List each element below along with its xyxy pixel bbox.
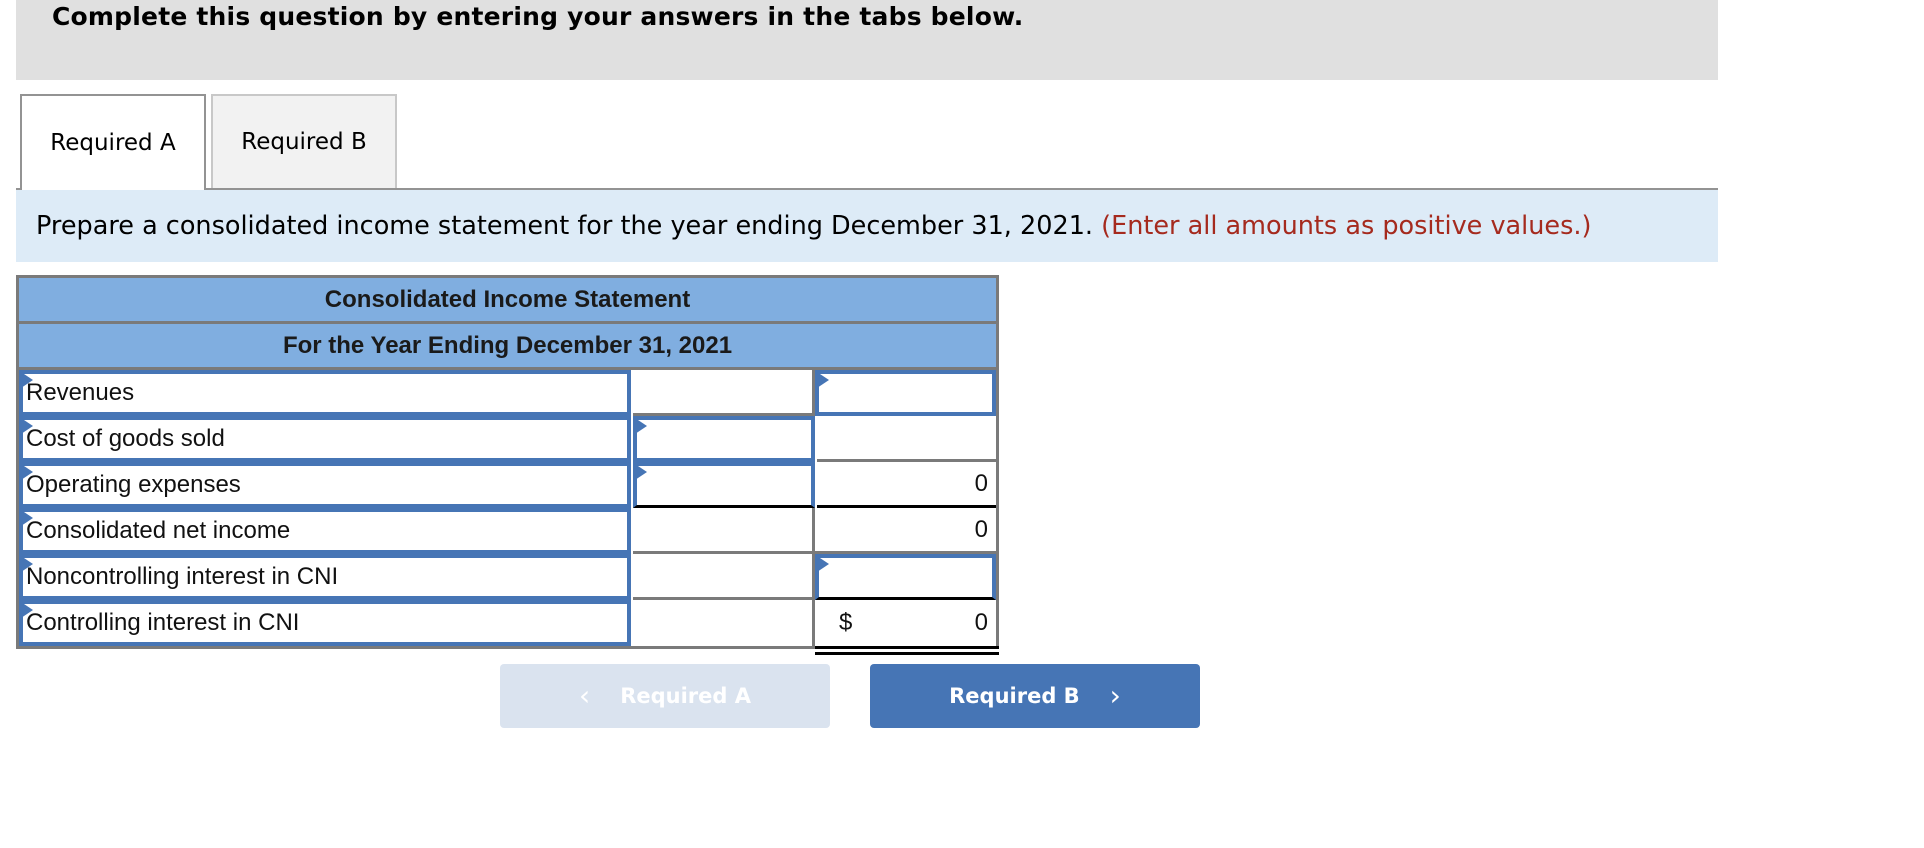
statement-period: For the Year Ending December 31, 2021 <box>16 321 999 367</box>
row-label-input[interactable]: Operating expenses <box>19 462 631 508</box>
row-label-text: Operating expenses <box>26 471 241 498</box>
row-label-text: Controlling interest in CNI <box>26 609 300 636</box>
instructions-panel: Prepare a consolidated income statement … <box>16 190 1718 262</box>
prev-button-label: Required A <box>620 684 751 708</box>
currency-symbol: $ <box>839 609 853 636</box>
row-label-text: Consolidated net income <box>26 517 291 544</box>
mid-amount-cell <box>633 600 815 646</box>
row-label-text: Cost of goods sold <box>26 425 225 452</box>
instructions-main: Prepare a consolidated income statement … <box>36 211 1094 241</box>
mid-amount-cell <box>633 554 815 600</box>
double-underline <box>815 646 999 655</box>
next-button-label: Required B <box>949 684 1080 708</box>
tab-divider <box>16 188 1718 190</box>
row-label-input[interactable]: Noncontrolling interest in CNI <box>19 554 631 600</box>
dropdown-marker-icon <box>21 556 33 572</box>
chevron-left-icon: ‹ <box>579 679 591 712</box>
row-label-text: Noncontrolling interest in CNI <box>26 563 339 590</box>
mid-amount-input[interactable] <box>633 462 815 508</box>
row-label-input[interactable]: Consolidated net income <box>19 508 631 554</box>
dropdown-marker-icon <box>21 372 33 388</box>
row-label-input[interactable]: Cost of goods sold <box>19 416 631 462</box>
table-row-operating-expenses: Operating expenses 0 <box>19 462 996 508</box>
statement-grid: Revenues Cost of goods sold Operating ex… <box>16 367 999 655</box>
table-row-controlling-interest: Controlling interest in CNI $ 0 <box>19 600 999 655</box>
input-marker-icon <box>635 464 647 480</box>
right-amount-input[interactable] <box>815 370 996 416</box>
instructions-note: (Enter all amounts as positive values.) <box>1101 211 1592 241</box>
dropdown-marker-icon <box>21 602 33 618</box>
banner-title: Complete this question by entering your … <box>52 2 1024 31</box>
mid-amount-cell <box>633 508 815 554</box>
input-marker-icon <box>817 372 829 388</box>
mid-amount-input[interactable] <box>633 416 815 462</box>
tab-required-b[interactable]: Required B <box>211 94 397 188</box>
right-amount-cell: 0 <box>815 508 996 554</box>
statement-title: Consolidated Income Statement <box>16 275 999 321</box>
row-label-input[interactable]: Revenues <box>19 370 631 416</box>
amount-value: 0 <box>974 609 988 636</box>
next-required-b-button[interactable]: Required B › <box>870 664 1200 728</box>
dropdown-marker-icon <box>21 510 33 526</box>
right-amount-cell: 0 <box>817 462 996 508</box>
table-row-cogs: Cost of goods sold <box>19 416 996 462</box>
dropdown-marker-icon <box>21 418 33 434</box>
right-amount-input[interactable] <box>815 554 996 600</box>
table-row-noncontrolling-interest: Noncontrolling interest in CNI <box>19 554 996 600</box>
input-marker-icon <box>635 418 647 434</box>
table-row-consolidated-net-income: Consolidated net income 0 <box>19 508 996 554</box>
prev-required-a-button[interactable]: ‹ Required A <box>500 664 830 728</box>
tab-required-a[interactable]: Required A <box>20 94 206 190</box>
question-banner: Complete this question by entering your … <box>16 0 1718 80</box>
table-row-revenues: Revenues <box>19 370 996 416</box>
instructions-text: Prepare a consolidated income statement … <box>36 211 1591 241</box>
income-statement: Consolidated Income Statement For the Ye… <box>16 275 999 655</box>
dropdown-marker-icon <box>21 464 33 480</box>
right-amount-cell: $ 0 <box>815 600 999 655</box>
row-label-text: Revenues <box>26 379 135 406</box>
mid-amount-cell <box>633 370 815 416</box>
row-label-input[interactable]: Controlling interest in CNI <box>19 600 631 646</box>
input-marker-icon <box>817 556 829 572</box>
chevron-right-icon: › <box>1109 679 1121 712</box>
right-amount-cell <box>817 416 996 462</box>
